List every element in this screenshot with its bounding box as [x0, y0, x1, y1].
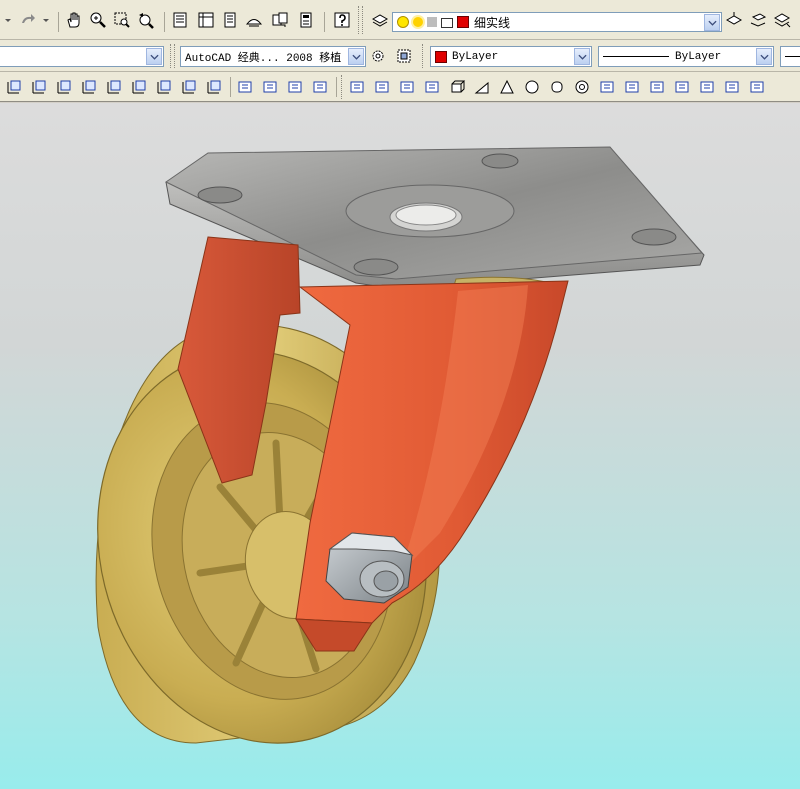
intersect-icon[interactable] — [397, 77, 417, 97]
workspace-dropdown-arrow[interactable] — [348, 48, 364, 65]
ucs-modeling-toolbar-row — [0, 72, 800, 102]
shade-flat-icon[interactable] — [285, 77, 305, 97]
polysolid-icon[interactable] — [422, 77, 442, 97]
bolt-hole — [631, 228, 677, 246]
color-name: ByLayer — [452, 50, 499, 63]
layer-combo[interactable]: 细实线 — [392, 12, 722, 32]
pyramid-icon[interactable] — [597, 77, 617, 97]
caster-wheel-model — [95, 146, 705, 744]
cylinder-icon[interactable] — [547, 77, 567, 97]
design-center-icon[interactable] — [196, 10, 216, 30]
ucs-3point-icon[interactable] — [179, 77, 199, 97]
helix-icon[interactable] — [622, 77, 642, 97]
axle-nut[interactable] — [325, 532, 414, 604]
union-icon[interactable] — [347, 77, 367, 97]
ucs-icon[interactable] — [4, 77, 24, 97]
layer-previous-icon[interactable] — [748, 10, 768, 30]
color-swatch — [435, 50, 447, 63]
markup-icon[interactable] — [244, 10, 264, 30]
ucs-y-icon[interactable] — [104, 77, 124, 97]
box-icon[interactable] — [447, 77, 467, 97]
cone-icon[interactable] — [497, 77, 517, 97]
bolt-hole — [197, 186, 243, 204]
ucs-origin-icon[interactable] — [29, 77, 49, 97]
ucs-object-icon[interactable] — [54, 77, 74, 97]
ucs-face-icon[interactable] — [154, 77, 174, 97]
zoom-window-icon[interactable] — [112, 10, 132, 30]
ucs-z-icon[interactable] — [129, 77, 149, 97]
standard-toolbar-row: 细实线 — [0, 0, 800, 40]
linetype-control-combo[interactable]: ByLayer — [598, 46, 774, 67]
lightbulb-icon[interactable] — [397, 16, 409, 28]
pan-icon[interactable] — [64, 10, 84, 30]
layer-name: 细实线 — [474, 15, 511, 30]
style-dropdown-arrow[interactable] — [146, 48, 162, 65]
bolt-hole — [353, 258, 399, 276]
style-combo[interactable] — [0, 46, 164, 67]
extrude-icon[interactable] — [672, 77, 692, 97]
layer-make-current-icon[interactable] — [724, 10, 744, 30]
toolbar-grip[interactable] — [174, 44, 178, 68]
layer-color-icon[interactable] — [427, 17, 437, 27]
ucs-x-icon[interactable] — [79, 77, 99, 97]
lineweight-sample-line — [785, 56, 800, 57]
layer-state-icon[interactable] — [772, 10, 792, 30]
linetype-sample-line — [603, 56, 669, 57]
shade-hidden-icon[interactable] — [260, 77, 280, 97]
separator — [324, 12, 325, 32]
separator — [58, 12, 59, 32]
properties-icon[interactable] — [170, 10, 190, 30]
layer-color-swatch — [457, 16, 469, 28]
shade-gouraud-icon[interactable] — [310, 77, 330, 97]
zoom-previous-icon[interactable] — [136, 10, 156, 30]
sphere-icon[interactable] — [522, 77, 542, 97]
bolt-hole — [481, 153, 519, 169]
separator — [336, 77, 337, 97]
layer-manager-icon[interactable] — [370, 10, 390, 30]
padlock-icon[interactable] — [441, 18, 453, 28]
lineweight-control-combo[interactable] — [780, 46, 800, 67]
workspace-combo[interactable]: AutoCAD 经典... 2008 移植 — [180, 46, 366, 67]
subtract-icon[interactable] — [372, 77, 392, 97]
toolbar-grip[interactable] — [422, 44, 426, 68]
linetype-name: ByLayer — [675, 50, 722, 63]
color-dropdown-arrow[interactable] — [574, 48, 590, 65]
help-icon[interactable] — [332, 10, 352, 30]
planar-surface-icon[interactable] — [647, 77, 667, 97]
ucs-apply-icon[interactable] — [204, 77, 224, 97]
separator — [164, 12, 165, 32]
presspull-icon[interactable] — [697, 77, 717, 97]
shade-wireframe-icon[interactable] — [235, 77, 255, 97]
torus-icon[interactable] — [572, 77, 592, 97]
color-control-combo[interactable]: ByLayer — [430, 46, 592, 67]
redo-icon[interactable] — [18, 10, 38, 30]
workspace-properties-toolbar-row: AutoCAD 经典... 2008 移植 ByLayer ByLayer — [0, 40, 800, 72]
drawing-viewport[interactable] — [0, 103, 800, 789]
linetype-dropdown-arrow[interactable] — [756, 48, 772, 65]
wedge-icon[interactable] — [472, 77, 492, 97]
workspace-name: AutoCAD 经典... 2008 移植 — [185, 52, 342, 65]
sheet-set-icon[interactable] — [270, 10, 290, 30]
toolbar-grip[interactable] — [362, 6, 366, 34]
redo-dropdown-icon[interactable] — [40, 10, 52, 30]
workspace-settings-icon[interactable] — [368, 46, 388, 66]
revolve-icon[interactable] — [747, 77, 767, 97]
toolbar-grip[interactable] — [341, 75, 345, 99]
layer-dropdown-arrow[interactable] — [704, 14, 720, 31]
tool-palettes-icon[interactable] — [220, 10, 240, 30]
calculator-icon[interactable] — [296, 10, 316, 30]
sweep-icon[interactable] — [722, 77, 742, 97]
undo-dropdown-icon[interactable] — [2, 10, 14, 30]
zoom-realtime-icon[interactable] — [88, 10, 108, 30]
separator — [230, 77, 231, 97]
my-workspace-icon[interactable] — [394, 46, 414, 66]
sun-icon[interactable] — [413, 17, 423, 27]
